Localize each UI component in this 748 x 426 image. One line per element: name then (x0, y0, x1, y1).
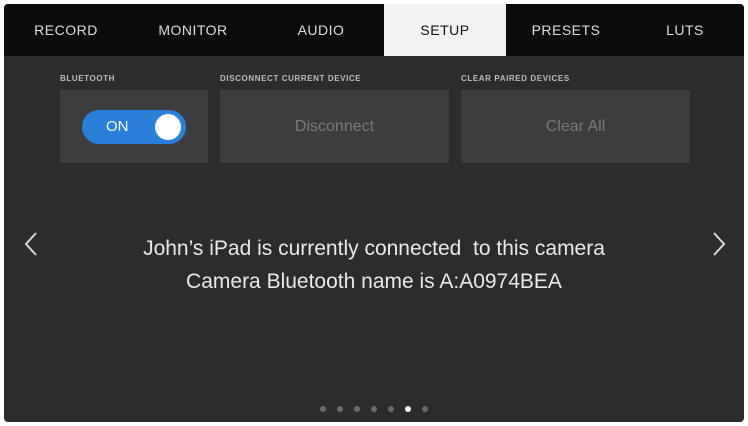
page-indicator (4, 406, 744, 412)
disconnect-button-label: Disconnect (294, 117, 375, 135)
connection-message: John’s iPad is currently connected to th… (64, 232, 684, 298)
toggle-text: ON (106, 117, 129, 135)
tab-bar: RECORD MONITOR AUDIO SETUP PRESETS LUTS (4, 4, 744, 56)
tab-label: LUTS (666, 22, 704, 38)
tab-presets[interactable]: PRESETS (506, 4, 626, 56)
tab-setup[interactable]: SETUP (384, 4, 506, 56)
bluetooth-name-line: Camera Bluetooth name is A:A0974BEA (186, 270, 562, 293)
page-dot-active[interactable] (405, 406, 411, 412)
page-dot[interactable] (371, 406, 377, 412)
page-dot[interactable] (422, 406, 428, 412)
tab-monitor[interactable]: MONITOR (128, 4, 258, 56)
page-dot[interactable] (337, 406, 343, 412)
tab-label: AUDIO (297, 22, 345, 38)
bluetooth-toggle[interactable]: ON (82, 109, 186, 144)
tab-label: RECORD (34, 22, 98, 38)
tab-label: PRESETS (531, 22, 601, 38)
chevron-left-icon[interactable] (22, 229, 42, 259)
page-dot[interactable] (354, 406, 360, 412)
connection-status-line: John’s iPad is currently connected to th… (143, 237, 605, 260)
disconnect-button[interactable]: Disconnect (220, 90, 449, 163)
tab-record[interactable]: RECORD (4, 4, 128, 56)
clear-paired-label: CLEAR PAIRED DEVICES (461, 74, 570, 83)
bluetooth-label: BLUETOOTH (60, 74, 116, 83)
chevron-right-icon[interactable] (708, 229, 728, 259)
tab-audio[interactable]: AUDIO (258, 4, 384, 56)
toggle-knob (155, 113, 181, 140)
bluetooth-box: ON (60, 90, 208, 163)
clear-all-button-label: Clear All (545, 117, 606, 135)
disconnect-setting: DISCONNECT CURRENT DEVICE Disconnect (220, 74, 449, 163)
disconnect-label: DISCONNECT CURRENT DEVICE (220, 74, 362, 83)
page-dot[interactable] (388, 406, 394, 412)
clear-all-button[interactable]: Clear All (461, 90, 690, 163)
tab-label: SETUP (420, 22, 470, 38)
camera-setup-screen: RECORD MONITOR AUDIO SETUP PRESETS LUTS … (4, 4, 744, 422)
clear-paired-setting: CLEAR PAIRED DEVICES Clear All (461, 74, 690, 163)
bluetooth-setting: BLUETOOTH ON (60, 74, 208, 163)
page-dot[interactable] (320, 406, 326, 412)
tab-label: MONITOR (158, 22, 228, 38)
tab-luts[interactable]: LUTS (626, 4, 744, 56)
